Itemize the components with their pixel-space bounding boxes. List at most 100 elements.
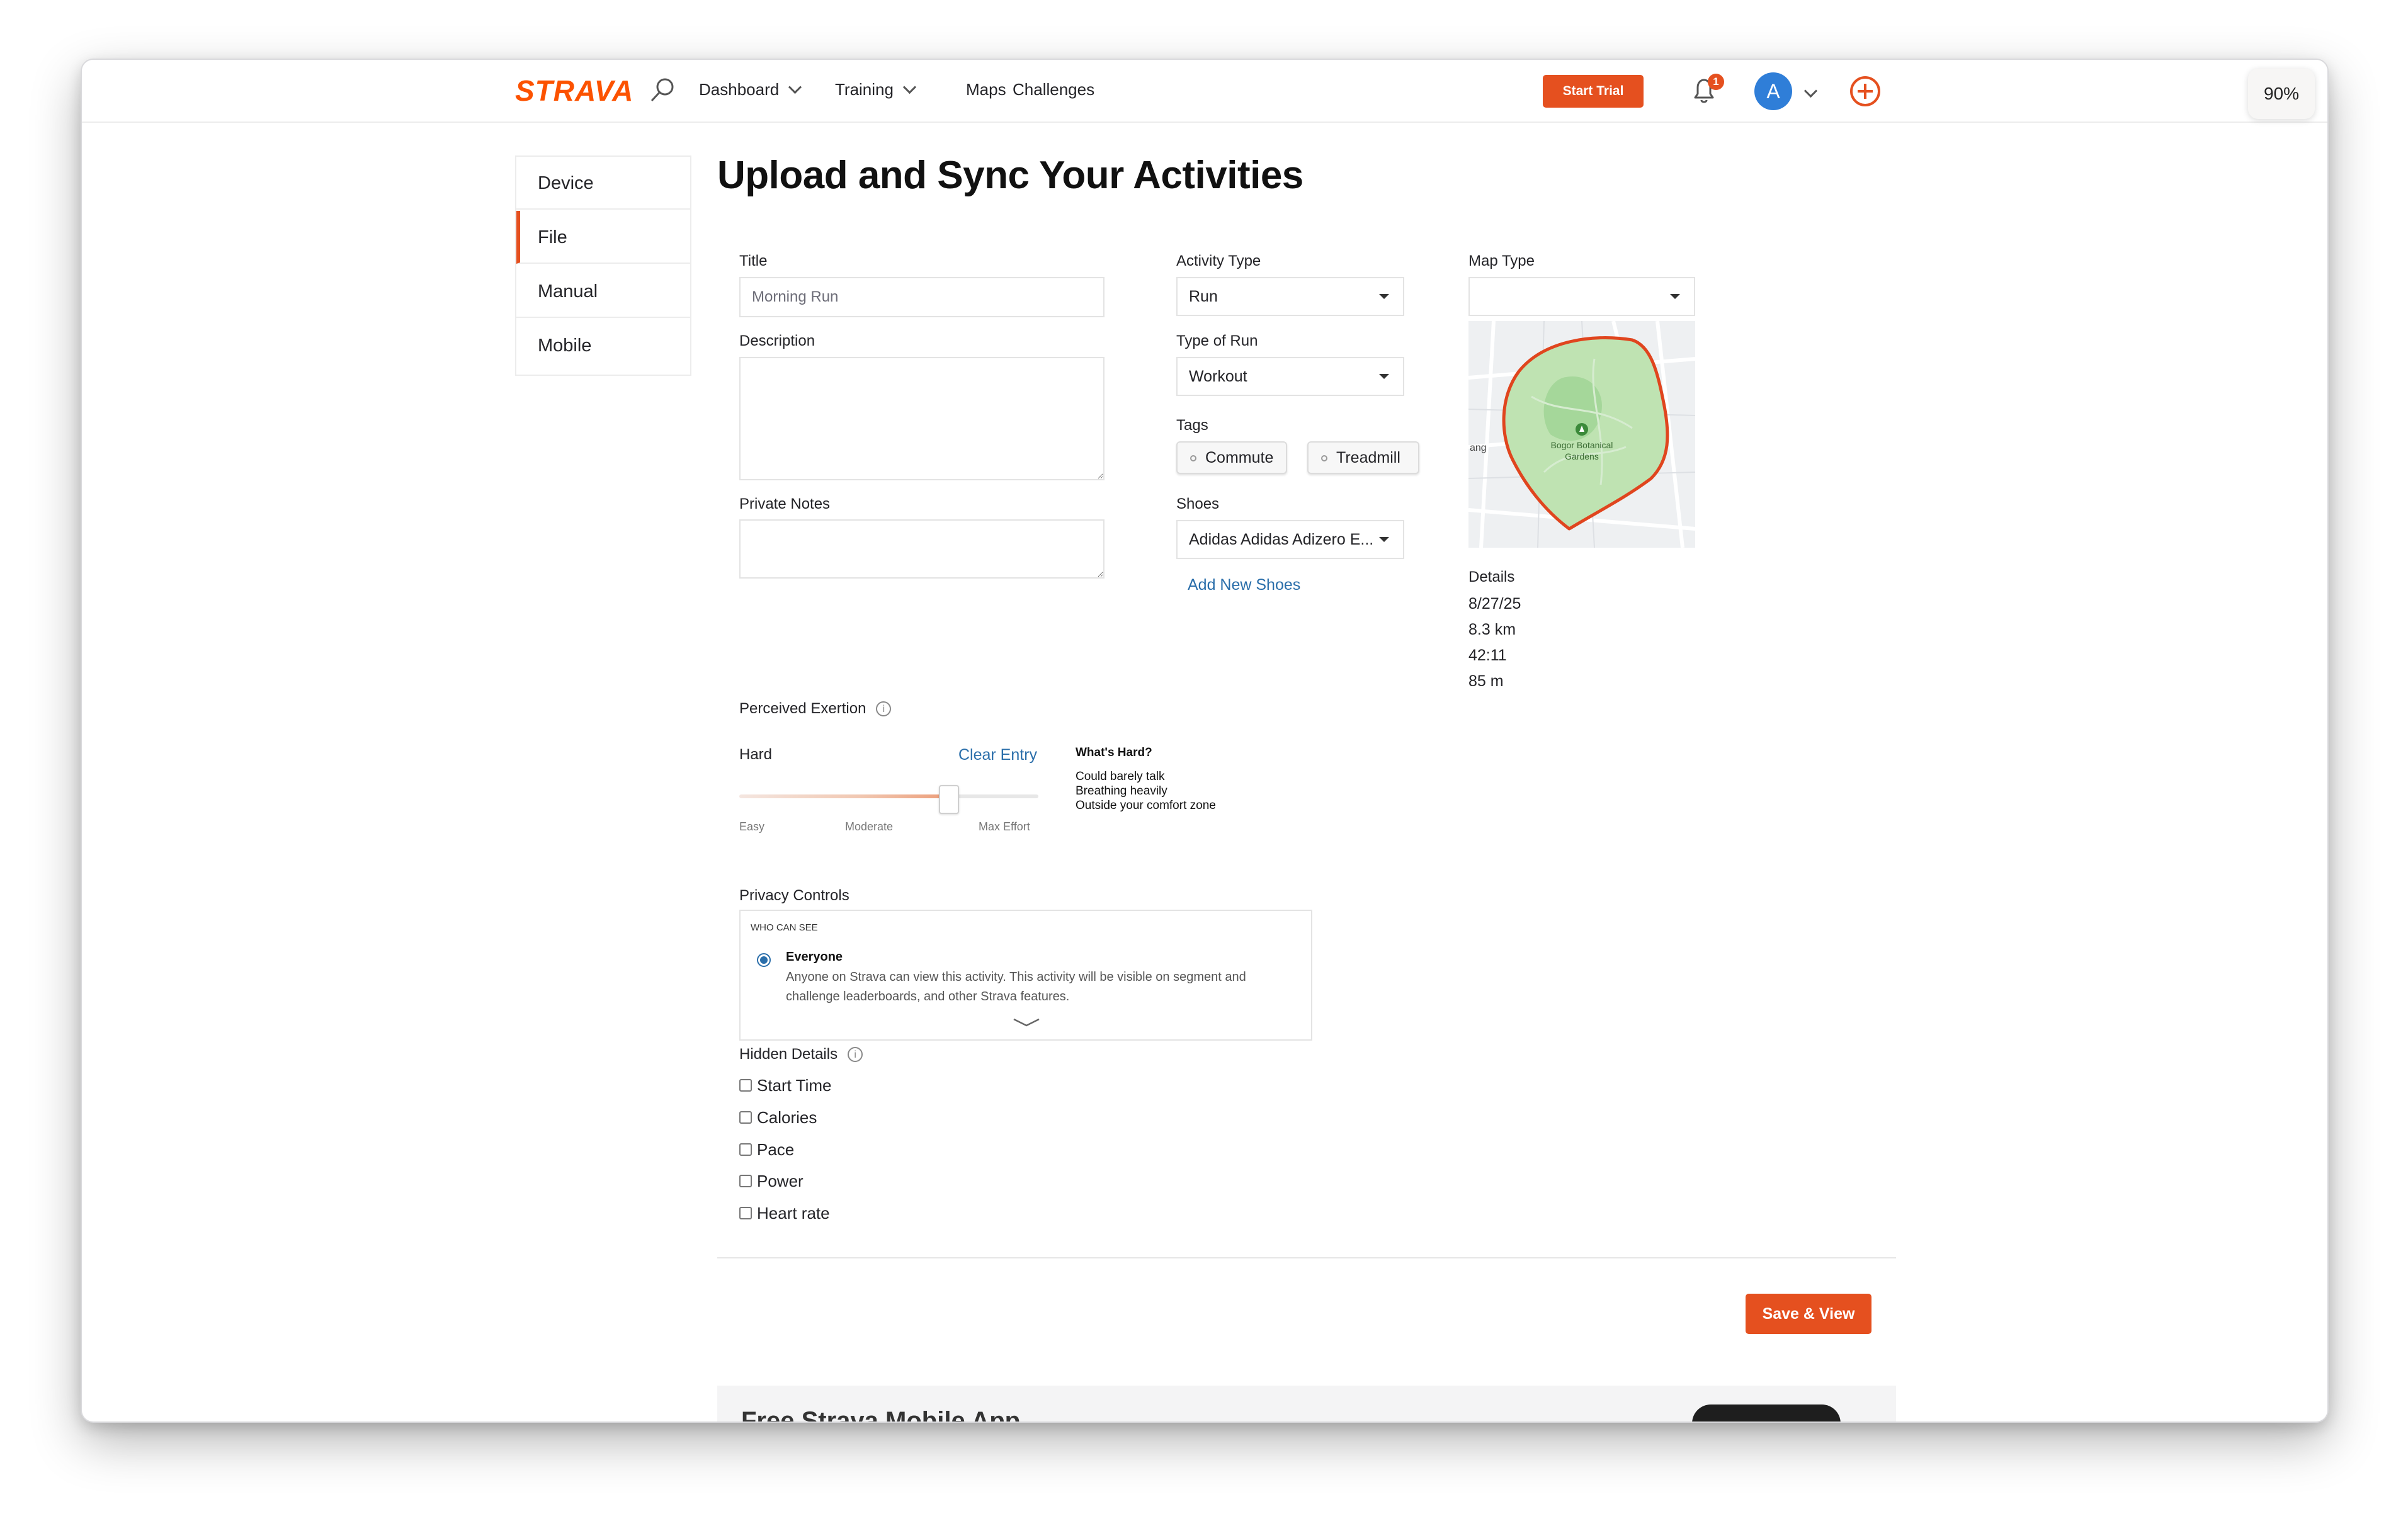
scale-max-effort: Max Effort bbox=[979, 820, 1030, 833]
sidebar-item-mobile[interactable]: Mobile bbox=[516, 319, 690, 372]
divider bbox=[717, 1257, 1896, 1258]
search-icon[interactable] bbox=[649, 76, 676, 104]
shoes-value: Adidas Adidas Adizero E... bbox=[1189, 531, 1374, 548]
expand-chevron-icon[interactable] bbox=[1013, 1017, 1040, 1029]
checkbox-label: Power bbox=[757, 1172, 804, 1190]
checkbox-label: Start Time bbox=[757, 1076, 832, 1095]
checkbox-box[interactable] bbox=[739, 1111, 752, 1124]
caret-down-icon bbox=[1379, 294, 1389, 299]
tag-commute[interactable]: Commute bbox=[1176, 441, 1287, 474]
route-map[interactable]: Bogor Botanical Gardens ang bbox=[1468, 321, 1695, 548]
activity-type-value: Run bbox=[1189, 288, 1218, 305]
shoes-label: Shoes bbox=[1176, 495, 1220, 512]
scale-easy: Easy bbox=[739, 820, 765, 833]
hint-line-1: Could barely talk bbox=[1076, 770, 1165, 783]
upload-method-sidebar: Device File Manual Mobile bbox=[515, 155, 691, 376]
hint-line-2: Breathing heavily bbox=[1076, 784, 1167, 798]
perceived-exertion-text: Perceived Exertion bbox=[739, 700, 866, 717]
scale-moderate: Moderate bbox=[845, 820, 894, 833]
map-place-label-line1: Bogor Botanical bbox=[1551, 440, 1613, 450]
checkbox-start-time[interactable]: Start Time bbox=[739, 1076, 831, 1095]
nav-training-label: Training bbox=[835, 80, 894, 99]
checkbox-power[interactable]: Power bbox=[739, 1172, 804, 1191]
nav-dashboard-label: Dashboard bbox=[699, 80, 780, 99]
checkbox-box[interactable] bbox=[739, 1079, 752, 1092]
exertion-slider-handle[interactable] bbox=[938, 785, 959, 814]
chevron-down-icon bbox=[902, 80, 917, 94]
title-label: Title bbox=[739, 252, 768, 269]
mobile-app-promo: Free Strava Mobile App bbox=[717, 1386, 1896, 1421]
tags-label: Tags bbox=[1176, 417, 1208, 434]
clear-entry-link[interactable]: Clear Entry bbox=[958, 746, 1037, 764]
caret-down-icon bbox=[1379, 374, 1389, 379]
info-icon[interactable]: i bbox=[848, 1047, 863, 1062]
checkbox-heart-rate[interactable]: Heart rate bbox=[739, 1204, 830, 1223]
description-textarea[interactable] bbox=[739, 357, 1105, 480]
sidebar-item-file[interactable]: File bbox=[516, 211, 690, 264]
privacy-controls-label: Privacy Controls bbox=[739, 887, 849, 904]
who-can-see-label: WHO CAN SEE bbox=[751, 922, 818, 933]
nav-challenges[interactable]: Challenges bbox=[1013, 80, 1094, 99]
shoes-select[interactable]: Adidas Adidas Adizero E... bbox=[1176, 520, 1404, 559]
private-notes-textarea[interactable] bbox=[739, 519, 1105, 579]
chevron-down-icon bbox=[788, 80, 802, 94]
tag-commute-label: Commute bbox=[1205, 449, 1274, 466]
caret-down-icon bbox=[1379, 537, 1389, 542]
hidden-details-text: Hidden Details bbox=[739, 1046, 838, 1063]
hidden-details-label: Hidden Details i bbox=[739, 1046, 863, 1063]
checkbox-calories[interactable]: Calories bbox=[739, 1108, 817, 1128]
hint-title: What's Hard? bbox=[1076, 746, 1152, 759]
nav-maps[interactable]: Maps bbox=[966, 80, 1006, 99]
tag-treadmill[interactable]: Treadmill bbox=[1307, 441, 1419, 474]
description-label: Description bbox=[739, 332, 815, 349]
map-place-label-line2: Gardens bbox=[1565, 451, 1599, 461]
browser-window: STRAVA Dashboard Training Maps Challenge… bbox=[82, 60, 2327, 1421]
checkbox-label: Calories bbox=[757, 1108, 817, 1127]
sidebar-item-manual[interactable]: Manual bbox=[516, 265, 690, 318]
everyone-radio[interactable] bbox=[757, 953, 771, 967]
page-title: Upload and Sync Your Activities bbox=[717, 154, 1303, 197]
notification-badge: 1 bbox=[1708, 74, 1724, 90]
exertion-slider-track[interactable] bbox=[739, 794, 1038, 798]
sidebar-item-device[interactable]: Device bbox=[516, 157, 690, 210]
checkbox-box[interactable] bbox=[739, 1207, 752, 1219]
checkbox-label: Heart rate bbox=[757, 1204, 830, 1223]
strava-logo[interactable]: STRAVA bbox=[515, 74, 633, 108]
checkbox-label: Pace bbox=[757, 1140, 795, 1159]
hint-line-3: Outside your comfort zone bbox=[1076, 799, 1216, 812]
info-icon[interactable]: i bbox=[876, 701, 892, 716]
checkbox-pace[interactable]: Pace bbox=[739, 1140, 794, 1160]
run-type-select[interactable]: Workout bbox=[1176, 357, 1404, 396]
detail-elevation: 85 m bbox=[1468, 672, 1504, 690]
start-trial-button[interactable]: Start Trial bbox=[1543, 75, 1644, 108]
detail-distance: 8.3 km bbox=[1468, 621, 1516, 638]
tag-treadmill-label: Treadmill bbox=[1336, 449, 1400, 466]
everyone-option-label[interactable]: Everyone bbox=[786, 950, 843, 964]
avatar[interactable]: A bbox=[1754, 72, 1792, 110]
activity-type-label: Activity Type bbox=[1176, 252, 1261, 269]
map-type-select[interactable] bbox=[1468, 277, 1695, 316]
activity-type-select[interactable]: Run bbox=[1176, 277, 1404, 316]
promo-title: Free Strava Mobile App bbox=[741, 1407, 1021, 1421]
title-input[interactable] bbox=[739, 277, 1105, 317]
caret-down-icon bbox=[1670, 294, 1680, 299]
map-edge-label: ang bbox=[1470, 443, 1487, 453]
nav-training[interactable]: Training bbox=[835, 80, 917, 99]
perceived-exertion-label: Perceived Exertion i bbox=[739, 700, 892, 718]
chevron-down-icon[interactable] bbox=[1803, 84, 1818, 98]
phone-image bbox=[1692, 1404, 1841, 1421]
private-notes-label: Private Notes bbox=[739, 495, 831, 512]
run-type-value: Workout bbox=[1189, 368, 1247, 385]
run-type-label: Type of Run bbox=[1176, 332, 1258, 349]
tag-dot-icon bbox=[1321, 455, 1327, 461]
detail-duration: 42:11 bbox=[1468, 647, 1507, 664]
nav-dashboard[interactable]: Dashboard bbox=[699, 80, 802, 99]
add-activity-icon[interactable] bbox=[1848, 74, 1883, 109]
add-new-shoes-link[interactable]: Add New Shoes bbox=[1188, 576, 1300, 594]
checkbox-box[interactable] bbox=[739, 1143, 752, 1156]
details-label: Details bbox=[1468, 568, 1515, 585]
top-nav: STRAVA Dashboard Training Maps Challenge… bbox=[82, 60, 2327, 123]
checkbox-box[interactable] bbox=[739, 1175, 752, 1187]
zoom-indicator: 90% bbox=[2248, 69, 2315, 119]
save-and-view-button[interactable]: Save & View bbox=[1746, 1294, 1871, 1334]
